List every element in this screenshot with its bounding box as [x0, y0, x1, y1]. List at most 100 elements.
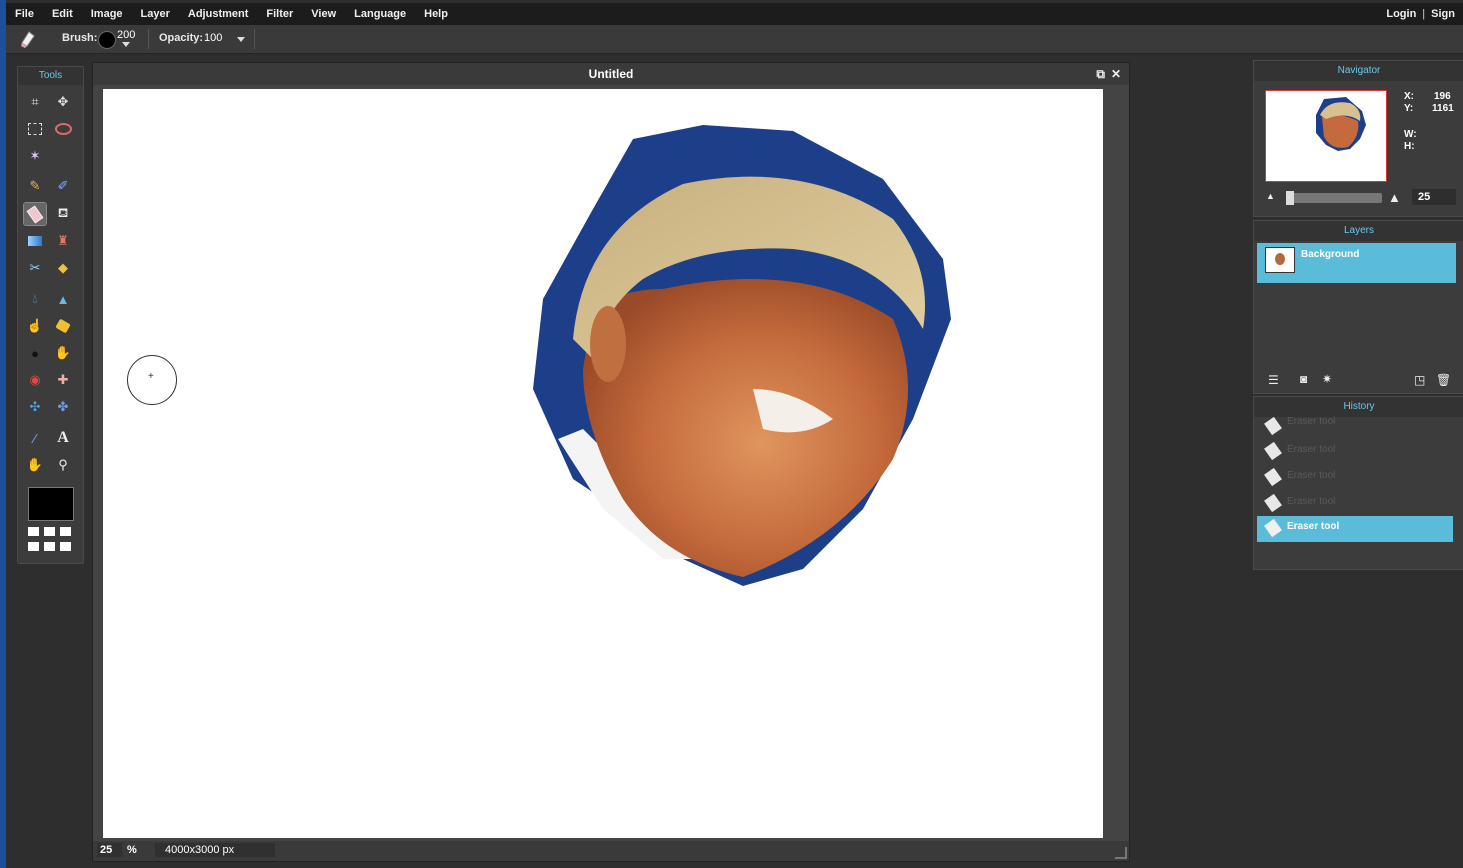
paint-bucket-icon: ⛾ — [57, 205, 69, 220]
zoom-in-icon[interactable]: ▲ — [1388, 190, 1401, 205]
dodge-tool[interactable]: ● — [24, 342, 46, 364]
lasso-tool[interactable] — [52, 118, 74, 140]
sharpen-tool[interactable]: ▲ — [52, 288, 74, 310]
layer-row[interactable]: Background — [1257, 243, 1456, 283]
drawing-tool[interactable]: ◆ — [52, 257, 74, 279]
eraser-icon — [1264, 518, 1282, 538]
navigator-thumbnail[interactable] — [1265, 90, 1387, 182]
crop-tool[interactable]: ⌗ — [24, 91, 46, 113]
red-eye-tool[interactable]: ◉ — [24, 369, 46, 391]
menu-language[interactable]: Language — [345, 8, 415, 20]
menu-bar: File Edit Image Layer Adjustment Filter … — [6, 3, 1463, 25]
h-label: H: — [1404, 141, 1415, 152]
clone-stamp-tool[interactable]: ♜ — [52, 230, 74, 252]
move-tool[interactable]: ✥ — [52, 91, 74, 113]
hand-tool[interactable]: ✋ — [24, 454, 46, 476]
close-icon[interactable]: ✕ — [1111, 63, 1121, 85]
drop-icon: 💧︎ — [32, 291, 38, 306]
type-tool[interactable]: A — [52, 427, 74, 449]
menu-help[interactable]: Help — [415, 8, 457, 20]
menu-edit[interactable]: Edit — [43, 8, 82, 20]
trash-icon[interactable]: 🗑︎ — [1436, 373, 1451, 387]
menu-layer[interactable]: Layer — [132, 8, 179, 20]
zoom-slider[interactable] — [1286, 191, 1382, 205]
eye-icon: ◉ — [29, 372, 41, 387]
spot-heal-tool[interactable]: ✚ — [52, 369, 74, 391]
brush-tool[interactable]: ✐ — [52, 175, 74, 197]
brush-label: Brush: — [62, 32, 98, 44]
image-canvas[interactable] — [103, 89, 1103, 838]
layer-mask-icon[interactable]: ◙ — [1300, 372, 1307, 386]
color-replace-icon: ✂ — [29, 260, 41, 275]
layer-style-icon[interactable]: ✷ — [1322, 372, 1332, 386]
document-titlebar[interactable]: Untitled ⧉ ✕ — [93, 63, 1129, 85]
marquee-tool[interactable] — [24, 118, 46, 140]
hand-icon: ✋ — [26, 457, 44, 472]
pencil-tool[interactable]: ✎ — [24, 175, 46, 197]
layer-name: Background — [1301, 249, 1360, 260]
menu-adjustment[interactable]: Adjustment — [179, 8, 258, 20]
burn-tool[interactable]: ✋ — [52, 342, 74, 364]
history-item[interactable]: Eraser tool — [1257, 439, 1453, 463]
restore-icon[interactable]: ⧉ — [1096, 63, 1105, 85]
history-panel: History Eraser tool Eraser tool Eraser t… — [1253, 396, 1463, 570]
layer-thumbnail — [1265, 247, 1295, 273]
brush-preview[interactable] — [98, 31, 116, 49]
sharpen-icon: ▲ — [56, 291, 70, 307]
history-item[interactable]: Eraser tool — [1257, 491, 1453, 515]
menu-file[interactable]: File — [6, 8, 43, 20]
eyedropper-icon: ⁄ — [33, 430, 37, 446]
dodge-icon: ● — [31, 345, 39, 361]
signup-link[interactable]: Sign — [1429, 8, 1457, 20]
menu-image[interactable]: Image — [82, 8, 132, 20]
history-item[interactable]: Eraser tool — [1257, 465, 1453, 489]
palette-grid-icon[interactable] — [28, 527, 72, 553]
zoom-out-icon[interactable]: ▲ — [1266, 191, 1275, 201]
resize-grip-icon[interactable] — [1115, 847, 1127, 859]
x-label: X: — [1404, 91, 1414, 102]
y-label: Y: — [1404, 103, 1414, 114]
bloat-icon: ✣ — [29, 399, 41, 414]
opacity-value[interactable]: 100 — [204, 32, 222, 44]
menu-filter[interactable]: Filter — [257, 8, 302, 20]
desktop-edge — [0, 0, 6, 868]
new-layer-icon[interactable]: ◳ — [1414, 373, 1425, 387]
fill-tool[interactable]: ⛾ — [52, 203, 74, 225]
login-link[interactable]: Login — [1384, 8, 1418, 20]
tool-options-bar: Brush: 200 Opacity: 100 — [6, 25, 1463, 54]
history-item-label: Eraser tool — [1287, 521, 1340, 532]
gradient-tool[interactable] — [24, 230, 46, 252]
brush-size-value[interactable]: 200 — [117, 29, 135, 41]
blur-tool[interactable]: 💧︎ — [24, 288, 46, 310]
zoom-input[interactable]: 25 — [97, 843, 122, 857]
layer-settings-icon[interactable]: ☰ — [1268, 373, 1279, 387]
account-links: Login | Sign — [1384, 8, 1463, 20]
stamp-icon: ♜ — [57, 233, 69, 248]
shapes-icon: ◆ — [58, 260, 68, 275]
move-icon: ✥ — [57, 94, 69, 109]
sponge-tool[interactable] — [52, 315, 74, 337]
navigator-preview-image — [1316, 97, 1366, 151]
magnifier-icon: ⚲ — [58, 457, 68, 472]
color-picker-tool[interactable]: ⁄ — [24, 427, 46, 449]
layers-panel: Layers Background ☰ ◙ ✷ ◳ 🗑︎ — [1253, 220, 1463, 394]
x-value: 196 — [1434, 91, 1451, 102]
smudge-tool[interactable]: ☝ — [24, 315, 46, 337]
menu-view[interactable]: View — [302, 8, 345, 20]
zoom-slider-handle[interactable] — [1286, 191, 1294, 205]
history-item[interactable]: Eraser tool — [1257, 414, 1453, 438]
foreground-color-swatch[interactable] — [28, 487, 74, 521]
eraser-tool[interactable] — [23, 202, 47, 226]
pinch-tool[interactable]: ✤ — [52, 396, 74, 418]
color-replace-tool[interactable]: ✂ — [24, 257, 46, 279]
crop-icon: ⌗ — [31, 94, 39, 109]
layers-title: Layers — [1254, 221, 1463, 241]
bloat-tool[interactable]: ✣ — [24, 396, 46, 418]
history-item-selected[interactable]: Eraser tool — [1257, 516, 1453, 542]
chevron-down-icon[interactable] — [237, 37, 245, 42]
chevron-down-icon[interactable] — [122, 42, 130, 47]
history-item-label: Eraser tool — [1287, 416, 1336, 427]
magic-wand-tool[interactable]: ✶ — [24, 145, 46, 167]
navigator-zoom-input[interactable]: 25 — [1412, 189, 1456, 205]
zoom-tool[interactable]: ⚲ — [52, 454, 74, 476]
